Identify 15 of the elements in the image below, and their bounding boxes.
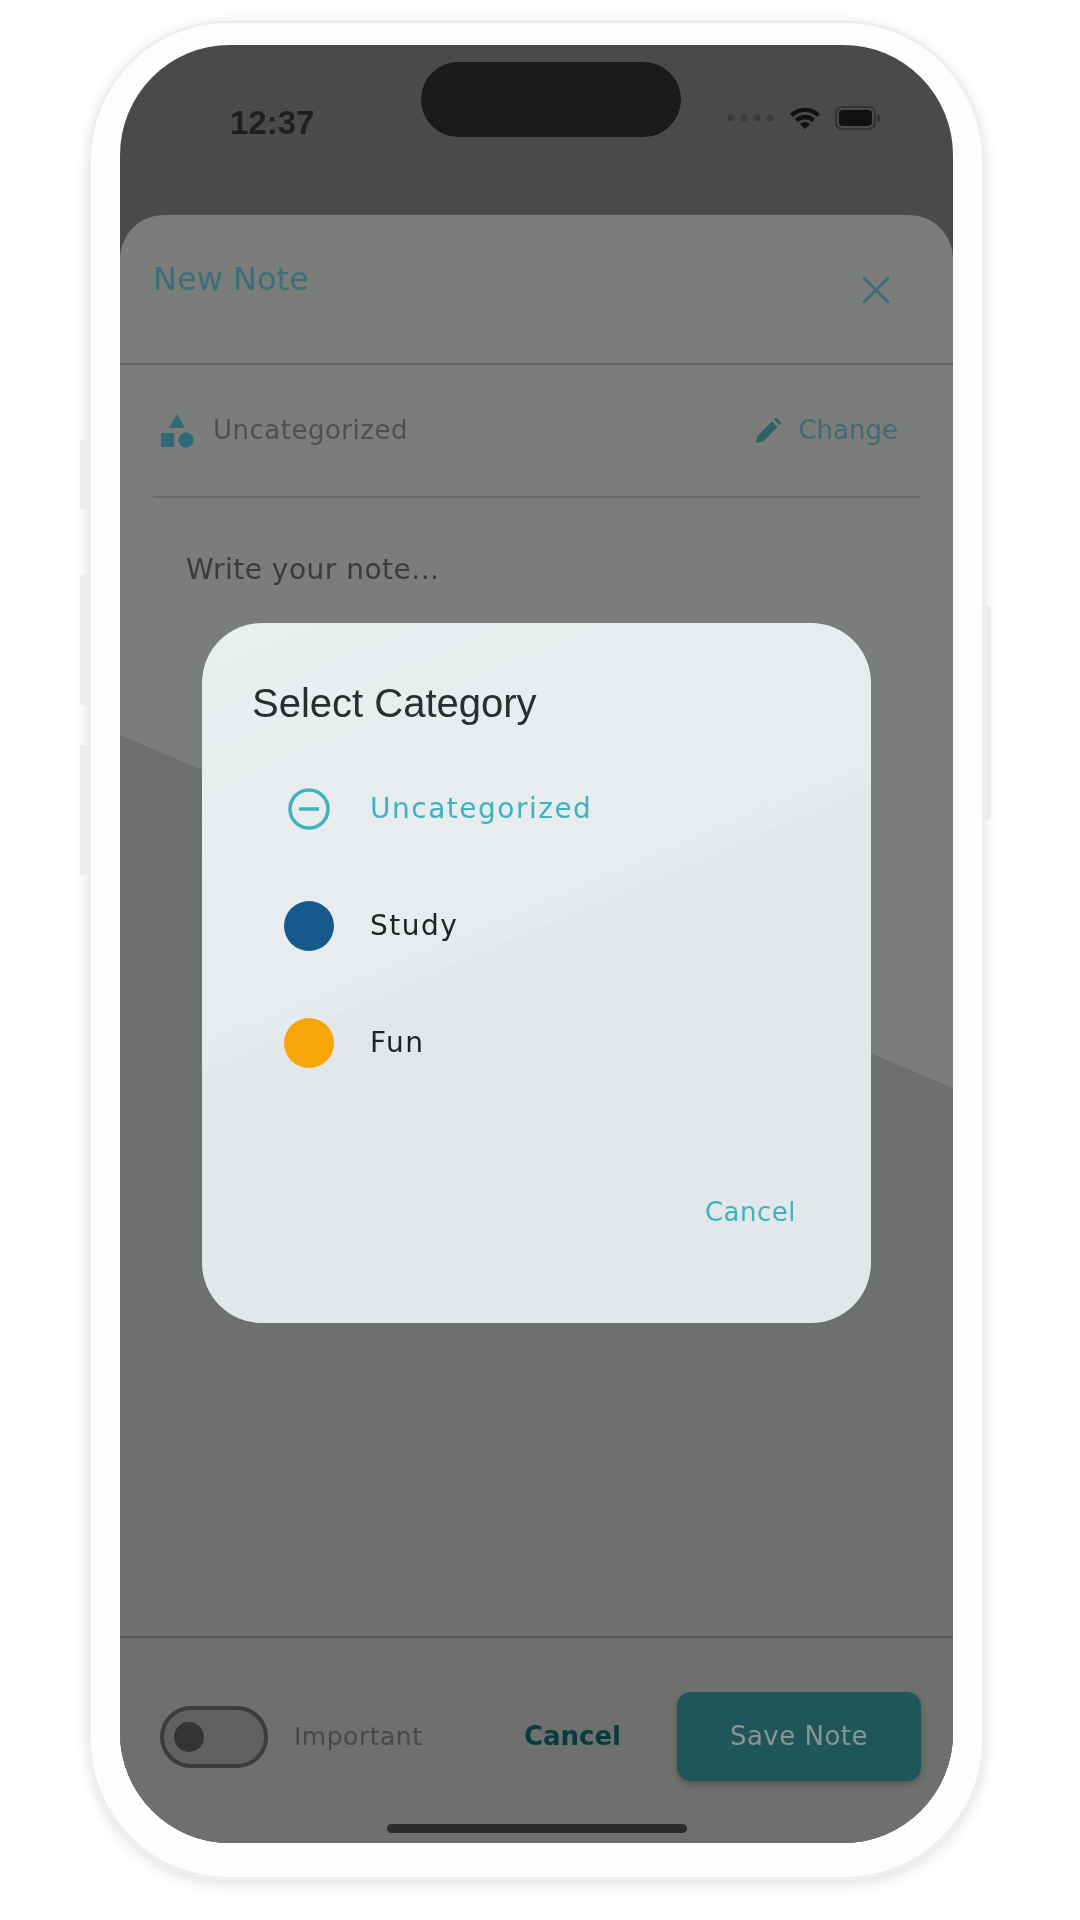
close-icon[interactable] — [859, 273, 893, 307]
category-option[interactable]: Fun — [252, 984, 431, 1101]
wifi-icon — [789, 106, 821, 130]
dialog-cancel-button[interactable]: Cancel — [704, 1193, 796, 1232]
sheet-title: New Note — [153, 259, 309, 300]
shapes-icon — [159, 412, 195, 449]
battery-icon — [835, 106, 881, 130]
dialog-title: Select Category — [252, 680, 538, 727]
change-button[interactable]: Change — [754, 411, 898, 450]
save-note-button[interactable]: Save Note — [677, 1692, 921, 1781]
pencil-icon — [754, 416, 783, 445]
category-option[interactable]: Uncategorized — [252, 750, 599, 867]
note-input-field[interactable]: Write your note... — [184, 548, 784, 592]
cancel-button[interactable]: Cancel — [523, 1717, 621, 1756]
category-option[interactable]: Study — [252, 867, 465, 984]
